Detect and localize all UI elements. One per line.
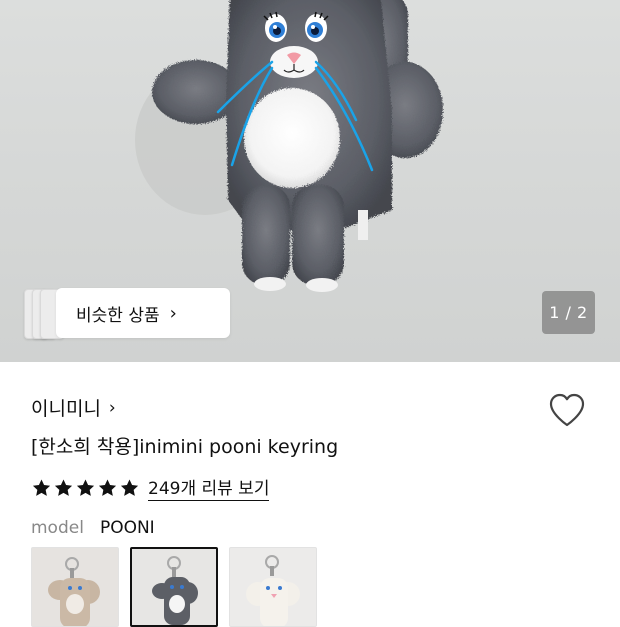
similar-products-label: 비슷한 상품: [76, 305, 160, 326]
star-rating: [31, 478, 140, 498]
white-bunny-keyring-image: [230, 548, 316, 626]
option-label: model: [31, 518, 84, 538]
option-thumbnail-white[interactable]: [229, 547, 317, 627]
similar-products-button[interactable]: 비슷한 상품 ›: [56, 288, 230, 338]
brand-link[interactable]: 이니미니 ›: [31, 394, 116, 421]
review-link[interactable]: 249개 리뷰 보기: [148, 474, 270, 501]
star-icon: [98, 479, 117, 496]
brand-name: 이니미니: [31, 398, 101, 420]
option-thumbnail-gray[interactable]: [130, 547, 218, 627]
beige-bunny-keyring-image: [32, 548, 118, 626]
product-image-gallery[interactable]: 비슷한 상품 › 1 / 2: [0, 0, 620, 362]
star-icon: [76, 479, 95, 496]
image-page-counter: 1 / 2: [542, 291, 595, 334]
option-thumbnail-beige[interactable]: [31, 547, 119, 627]
product-title: [한소희 착용]inimini pooni keyring: [31, 436, 339, 458]
star-icon: [120, 479, 139, 496]
star-icon: [32, 479, 51, 496]
star-icon: [54, 479, 73, 496]
option-selected-value: POONI: [99, 518, 155, 538]
chevron-right-icon: ›: [108, 397, 116, 418]
chevron-right-icon: ›: [169, 302, 177, 324]
gray-bunny-keyring-image: [132, 549, 216, 625]
rating-row: 249개 리뷰 보기: [31, 474, 270, 501]
heart-outline-icon[interactable]: [548, 392, 586, 428]
option-selector-label: model POONI: [31, 518, 155, 538]
